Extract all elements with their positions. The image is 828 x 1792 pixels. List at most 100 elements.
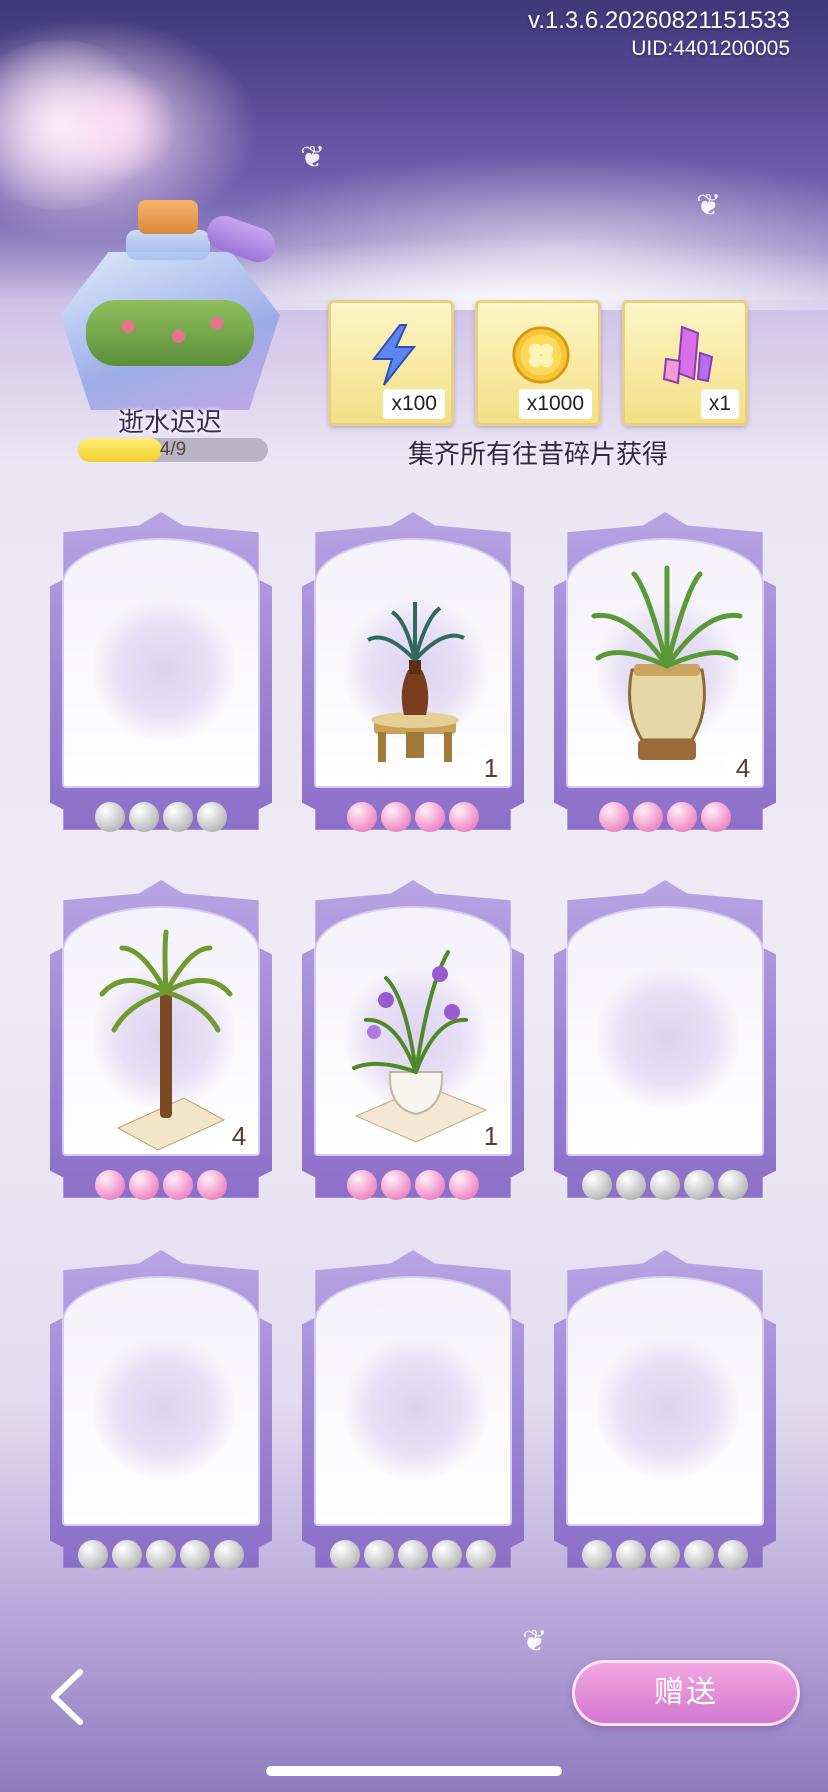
rarity-dots (554, 802, 776, 832)
rarity-pearl-icon (582, 1540, 612, 1570)
butterfly-icon: ❦ (696, 188, 722, 223)
rarity-dots (50, 1170, 272, 1200)
rarity-pearl-icon (415, 1170, 445, 1200)
rarity-pearl-icon (381, 802, 411, 832)
bottle-flowers (86, 300, 254, 366)
card-window (314, 1276, 512, 1526)
fragment-card[interactable] (302, 1250, 524, 1588)
progress-text: 4/9 (159, 439, 187, 460)
card-window (566, 906, 764, 1156)
reward-crystal[interactable]: x1 (622, 300, 748, 426)
bottle-cork (138, 200, 198, 234)
rarity-pearl-icon (129, 802, 159, 832)
rarity-pearl-icon (197, 1170, 227, 1200)
version-info: v.1.3.6.20260821151533 UID:4401200005 (528, 6, 790, 62)
rarity-pearl-icon (650, 1540, 680, 1570)
card-window (62, 538, 260, 788)
flower-emblem-icon (92, 1336, 236, 1480)
collection-bottle[interactable] (60, 200, 280, 410)
reward-quantity: x100 (383, 389, 445, 419)
rarity-pearl-icon (449, 1170, 479, 1200)
chevron-left-icon (51, 1669, 83, 1725)
flower-emblem-icon (92, 598, 236, 742)
reward-quantity: x1000 (518, 389, 592, 419)
rarity-pearl-icon (701, 802, 731, 832)
rarity-pearl-icon (146, 1540, 176, 1570)
rarity-dots (302, 1540, 524, 1570)
uid-text: UID:4401200005 (631, 37, 790, 60)
rarity-pearl-icon (347, 1170, 377, 1200)
rarity-pearl-icon (582, 1170, 612, 1200)
card-window: 1 (314, 906, 512, 1156)
rarity-pearl-icon (163, 1170, 193, 1200)
rarity-pearl-icon (415, 802, 445, 832)
flower-emblem-icon (596, 966, 740, 1110)
flower-emblem-icon (344, 1336, 488, 1480)
rarity-pearl-icon (616, 1170, 646, 1200)
rarity-pearl-icon (398, 1540, 428, 1570)
fragment-card[interactable] (554, 1250, 776, 1588)
rarity-pearl-icon (718, 1540, 748, 1570)
rarity-dots (50, 802, 272, 832)
card-window: 4 (566, 538, 764, 788)
fragment-card[interactable]: 1 (302, 512, 524, 850)
reward-gold[interactable]: x1000 (475, 300, 601, 426)
rarity-pearl-icon (667, 802, 697, 832)
collection-name: 逝水迟迟 (117, 408, 222, 438)
reward-quantity: x1 (700, 389, 739, 419)
rarity-pearl-icon (180, 1540, 210, 1570)
back-button[interactable] (40, 1662, 100, 1732)
butterfly-icon: ❦ (522, 1624, 548, 1659)
fragment-count: 1 (472, 750, 510, 786)
home-indicator (266, 1766, 562, 1776)
card-window: 1 (314, 538, 512, 788)
fragment-count: 4 (220, 1118, 258, 1154)
rarity-pearl-icon (364, 1540, 394, 1570)
rarity-pearl-icon (432, 1540, 462, 1570)
rarity-dots (50, 1540, 272, 1570)
gold-coin-clover-icon (511, 325, 571, 385)
rarity-pearl-icon (163, 802, 193, 832)
pink-crystal-icon (658, 325, 718, 385)
reward-caption: 集齐所有往昔碎片获得 (407, 440, 668, 470)
rarity-pearl-icon (381, 1170, 411, 1200)
reward-list: x100 x1000 x1 (328, 300, 748, 426)
rarity-pearl-icon (599, 802, 629, 832)
collection-progress-bar: 4/9 (78, 438, 268, 462)
rarity-pearl-icon (197, 802, 227, 832)
rarity-pearl-icon (718, 1170, 748, 1200)
fragment-count: 1 (472, 1118, 510, 1154)
rarity-pearl-icon (650, 1170, 680, 1200)
rarity-pearl-icon (78, 1540, 108, 1570)
rarity-pearl-icon (347, 802, 377, 832)
fragment-card[interactable] (554, 880, 776, 1218)
fragment-count: 4 (724, 750, 762, 786)
rarity-dots (302, 1170, 524, 1200)
rarity-pearl-icon (449, 802, 479, 832)
rarity-pearl-icon (684, 1170, 714, 1200)
fragment-card[interactable]: 1 (302, 880, 524, 1218)
rarity-dots (554, 1170, 776, 1200)
rarity-pearl-icon (466, 1540, 496, 1570)
fragment-card[interactable]: 4 (554, 512, 776, 850)
fragment-card[interactable] (50, 1250, 272, 1588)
rarity-dots (302, 802, 524, 832)
rarity-pearl-icon (214, 1540, 244, 1570)
fragment-card[interactable]: 4 (50, 880, 272, 1218)
butterfly-icon: ❦ (300, 140, 326, 175)
version-text: v.1.3.6.20260821151533 (527, 7, 790, 34)
rarity-pearl-icon (95, 802, 125, 832)
rarity-pearl-icon (112, 1540, 142, 1570)
energy-lightning-icon (364, 324, 424, 386)
flower-emblem-icon (596, 1336, 740, 1480)
rarity-pearl-icon (95, 1170, 125, 1200)
rarity-pearl-icon (330, 1540, 360, 1570)
rarity-pearl-icon (684, 1540, 714, 1570)
rarity-pearl-icon (633, 802, 663, 832)
gift-button[interactable]: 赠送 (572, 1660, 800, 1726)
rarity-dots (554, 1540, 776, 1570)
reward-energy[interactable]: x100 (328, 300, 454, 426)
rarity-pearl-icon (616, 1540, 646, 1570)
rarity-pearl-icon (129, 1170, 159, 1200)
fragment-card[interactable] (50, 512, 272, 850)
